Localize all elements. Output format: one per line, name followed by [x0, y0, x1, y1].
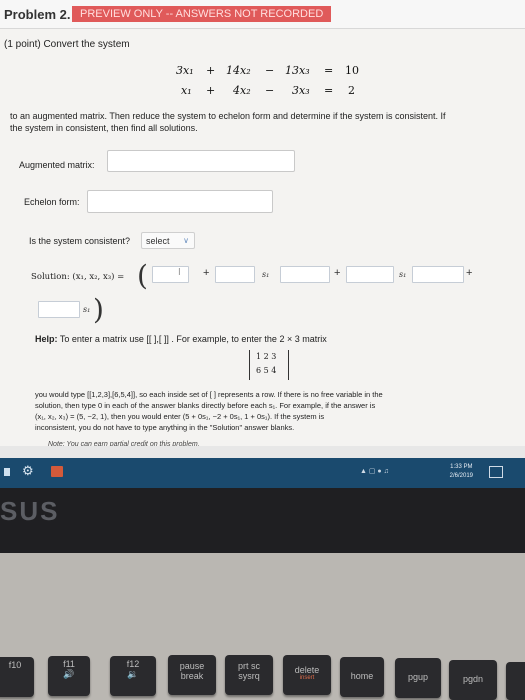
- help-paragraph-2: solution, then type 0 in each of the ans…: [35, 401, 376, 410]
- eq2-term-a: x₁: [181, 84, 192, 97]
- eq2-term-c: 3x₃: [292, 84, 310, 97]
- eq2-rhs: 2: [348, 84, 355, 97]
- help-bold: Help:: [35, 334, 58, 344]
- solution-x3-constant[interactable]: [412, 266, 464, 283]
- preview-badge: PREVIEW ONLY -- ANSWERS NOT RECORDED: [72, 6, 332, 22]
- instruction-line-2: the system in consistent, then find all …: [10, 123, 198, 133]
- pgdn-key[interactable]: pgdn: [449, 660, 497, 700]
- key-top-label: f10: [8, 660, 22, 670]
- home-key[interactable]: home: [340, 657, 384, 697]
- eq1-term-b: 14x₂: [226, 64, 251, 77]
- eq2-term-b: 4x₂: [233, 84, 251, 97]
- s1-symbol: s₁: [399, 270, 407, 279]
- key-top-label: f11: [63, 659, 75, 669]
- s1-symbol: s₁: [262, 270, 270, 279]
- delete-key[interactable]: delete insert: [283, 655, 331, 695]
- speaker-icon: 🔊: [63, 669, 75, 679]
- start-icon[interactable]: [4, 468, 10, 476]
- action-center-icon[interactable]: [489, 466, 503, 478]
- matrix-row-2: 6 5 4: [256, 366, 277, 375]
- gear-icon[interactable]: ⚙: [22, 463, 34, 479]
- f10-key[interactable]: f10: [0, 657, 34, 697]
- s1-symbol: s₁: [83, 305, 91, 314]
- augmented-matrix-input[interactable]: [107, 150, 295, 172]
- key-bottom-label: break: [180, 671, 204, 681]
- augmented-label: Augmented matrix:: [19, 160, 95, 170]
- eq1-equals: =: [324, 64, 334, 77]
- help-paragraph-4: inconsistent, you do not have to type an…: [35, 423, 295, 432]
- eq1-rhs: 10: [345, 64, 359, 77]
- clock-date: 2/6/2019: [449, 473, 473, 479]
- eq1-term-a: 3x₁: [176, 64, 194, 77]
- plus-sign: +: [203, 267, 210, 279]
- echelon-label: Echelon form:: [24, 197, 80, 207]
- key-top-label: home: [350, 671, 374, 681]
- help-paragraph-3: (x₁, x₂, x₃) = (5, −2, 1), then you woul…: [35, 412, 325, 421]
- solution-x2-coefficient[interactable]: [346, 266, 394, 283]
- plus-sign: +: [466, 267, 473, 279]
- plus-sign: +: [334, 267, 341, 279]
- app-taskbar-icon[interactable]: [51, 466, 63, 477]
- key-bottom-label: sysrq: [238, 671, 260, 681]
- help-paragraph-1: you would type [[1,2,3],[6,5,4]], so eac…: [35, 390, 383, 399]
- consistent-label: Is the system consistent?: [29, 236, 131, 246]
- prompt-line: (1 point) Convert the system: [4, 39, 130, 50]
- windows-taskbar: ⚙ ▲ ▢ ● ♫ 1:33 PM 2/6/2019: [0, 458, 525, 488]
- solution-x2-constant[interactable]: [280, 266, 330, 283]
- key-top-label: pgdn: [462, 674, 484, 684]
- chevron-down-icon: ∨: [183, 236, 189, 245]
- solution-x1-constant[interactable]: I: [152, 266, 189, 283]
- page-bottom-strip: [0, 446, 525, 458]
- help-line: Help: To enter a matrix use [[ ],[ ]] . …: [35, 334, 327, 344]
- key-top-label: delete: [294, 665, 320, 675]
- key-top-label: pause: [179, 661, 205, 671]
- pause-key[interactable]: pause break: [168, 655, 216, 695]
- key-top-label: f12: [126, 659, 140, 669]
- consistency-select-value: select: [146, 236, 170, 246]
- left-paren: (: [137, 259, 148, 292]
- eq2-op2: −: [265, 84, 275, 97]
- key-top-label: prt sc: [237, 661, 260, 671]
- system-clock[interactable]: 1:33 PM 2/6/2019: [450, 463, 473, 481]
- echelon-form-input[interactable]: [87, 190, 273, 213]
- example-matrix: 1 2 3 6 5 4: [249, 350, 289, 380]
- pgup-key[interactable]: pgup: [395, 658, 441, 698]
- right-paren: ): [93, 293, 104, 326]
- matrix-row-1: 1 2 3: [256, 352, 277, 361]
- solution-label: Solution: (x₁, x₂, x₃) =: [31, 272, 125, 282]
- help-text: To enter a matrix use [[ ],[ ]] . For ex…: [59, 334, 327, 344]
- end-key[interactable]: [506, 662, 525, 700]
- eq2-op1: +: [206, 84, 216, 97]
- f12-key[interactable]: f12 🔉: [110, 656, 156, 696]
- clock-time: 1:33 PM: [450, 464, 473, 470]
- f11-key[interactable]: f11 🔊: [48, 656, 90, 696]
- consistency-select[interactable]: select ∨: [141, 232, 195, 249]
- eq2-equals: =: [324, 84, 334, 97]
- text-cursor-icon: I: [178, 267, 181, 278]
- problem-header: Problem 2. PREVIEW ONLY -- ANSWERS NOT R…: [0, 0, 525, 29]
- brand-logo: SUS: [0, 496, 60, 526]
- volume-up-icon: 🔉: [127, 669, 139, 679]
- instruction-line-1: to an augmented matrix. Then reduce the …: [10, 111, 446, 121]
- eq1-term-c: 13x₃: [285, 64, 310, 77]
- laptop-bezel: [0, 488, 525, 553]
- eq1-op2: −: [265, 64, 275, 77]
- eq1-op1: +: [206, 64, 216, 77]
- notification-icons[interactable]: ▲ ▢ ● ♫: [360, 467, 389, 475]
- key-bottom-label: insert: [299, 675, 315, 681]
- prtsc-key[interactable]: prt sc sysrq: [225, 655, 273, 695]
- help-section: Help: To enter a matrix use [[ ],[ ]] . …: [0, 328, 525, 454]
- key-top-label: pgup: [407, 672, 429, 682]
- problem-title: Problem 2.: [4, 7, 71, 22]
- solution-x3-coefficient[interactable]: [38, 301, 80, 318]
- browser-screen: Problem 2. PREVIEW ONLY -- ANSWERS NOT R…: [0, 0, 525, 458]
- solution-x1-coefficient[interactable]: [215, 266, 255, 283]
